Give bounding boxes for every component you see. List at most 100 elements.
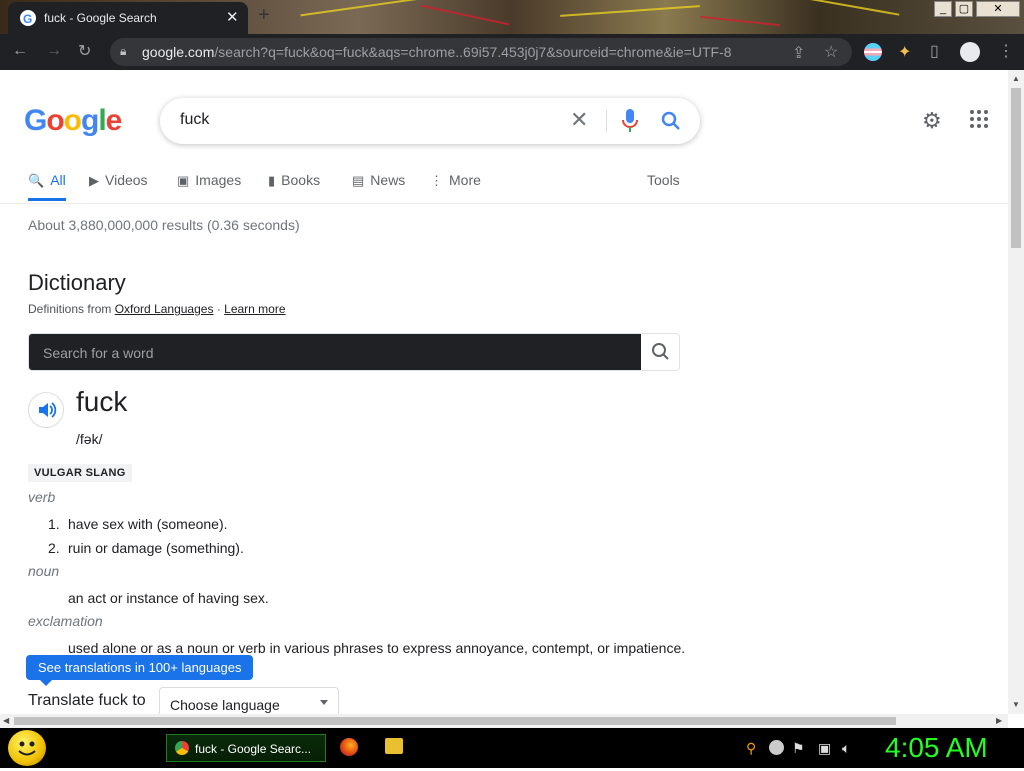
chrome-icon [175, 741, 189, 755]
tab-title: fuck - Google Search [44, 11, 157, 25]
menu-kebab-icon[interactable]: ⋮ [998, 41, 1014, 61]
settings-gear-icon[interactable]: ⚙ [922, 108, 942, 134]
share-icon[interactable]: ⇪ [792, 43, 805, 63]
side-panel-icon[interactable]: ▯ [930, 41, 939, 61]
maximize-button[interactable]: ▢ [955, 1, 973, 17]
dictionary-search: Search for a word [28, 333, 680, 371]
tab-images[interactable]: ▣ Images [177, 172, 241, 189]
close-window-button[interactable]: ✕ [976, 1, 1020, 17]
scroll-down-icon[interactable]: ▼ [1012, 700, 1020, 709]
network-icon[interactable]: ▣ [818, 740, 831, 757]
status-tray-icon[interactable] [769, 740, 784, 755]
tab-label: Tools [647, 172, 680, 188]
back-icon[interactable]: ← [12, 42, 28, 60]
svg-text:G: G [23, 12, 32, 26]
search-tray-icon[interactable]: ⚲ [746, 740, 756, 757]
scroll-right-icon[interactable]: ▶ [996, 716, 1002, 725]
definition-text: an act or instance of having sex. [68, 590, 269, 606]
extensions-icon[interactable]: ✦ [898, 42, 911, 62]
microphone-icon[interactable] [622, 108, 638, 139]
search-results-page: Google fuck ✕ ⚙ 🔍 All ▶ Videos ▣ Images ▮ Bo… [0, 70, 1008, 714]
logo-letter: l [98, 104, 106, 137]
bookmark-star-icon[interactable]: ☆ [824, 42, 838, 62]
clear-search-icon[interactable]: ✕ [570, 107, 588, 133]
search-small-icon: 🔍 [28, 173, 45, 188]
horizontal-scroll-thumb[interactable] [14, 717, 896, 725]
firefox-icon[interactable] [340, 738, 358, 756]
tab-label: Books [281, 172, 321, 188]
phonetic: /fək/ [76, 431, 103, 447]
tab-tools[interactable]: Tools [647, 172, 680, 188]
see-translations-button[interactable]: See translations in 100+ languages [26, 655, 254, 686]
register-label: VULGAR SLANG [28, 464, 132, 482]
definition-text: used alone or as a noun or verb in vario… [68, 640, 686, 656]
profile-flag-icon[interactable] [864, 43, 882, 61]
search-input[interactable]: fuck [180, 111, 209, 129]
source-separator: · [216, 302, 221, 316]
definition-text: have sex with (someone). [68, 516, 228, 532]
taskbar-chrome-window[interactable]: fuck - Google Searc... [166, 734, 326, 762]
video-icon: ▶ [89, 173, 99, 188]
address-bar[interactable]: 🔒︎ google.com/search?q=fuck&oq=fuck&aqs=… [110, 38, 852, 66]
tab-news[interactable]: ▤ News [352, 172, 405, 189]
translate-label: Translate fuck to [28, 692, 146, 709]
new-tab-button[interactable]: + [258, 4, 270, 27]
word-search-button[interactable] [641, 334, 679, 370]
action-center-flag-icon[interactable]: ⚑ [792, 740, 805, 757]
search-divider [606, 110, 607, 132]
start-button-smiley-icon[interactable] [8, 730, 46, 766]
forward-icon[interactable]: → [46, 42, 62, 60]
tab-label: News [370, 172, 406, 188]
word-search-input[interactable]: Search for a word [29, 334, 641, 370]
tab-label: Images [195, 172, 242, 188]
google-logo[interactable]: Google [24, 104, 122, 138]
tab-all[interactable]: 🔍 All [28, 172, 66, 201]
taskbar-window-label: fuck - Google Searc... [195, 742, 312, 756]
part-of-speech: exclamation [28, 613, 103, 629]
logo-letter: o [46, 104, 64, 137]
tab-videos[interactable]: ▶ Videos [89, 172, 148, 189]
definition-number: 1. [48, 516, 60, 532]
url-text: google.com/search?q=fuck&oq=fuck&aqs=chr… [142, 44, 732, 60]
search-tabs: 🔍 All ▶ Videos ▣ Images ▮ Books ▤ News ⋮ More … [0, 168, 1008, 204]
definition-text: ruin or damage (something). [68, 540, 244, 556]
tab-label: All [50, 172, 66, 188]
lock-icon: 🔒︎ [120, 44, 127, 58]
reload-icon[interactable]: ↻ [78, 41, 91, 61]
tab-books[interactable]: ▮ Books [268, 172, 320, 189]
more-vertical-icon: ⋮ [430, 173, 443, 188]
vertical-scroll-thumb[interactable] [1011, 88, 1021, 248]
file-explorer-icon[interactable] [385, 738, 403, 754]
scroll-left-icon[interactable]: ◀ [3, 716, 9, 725]
search-icon[interactable] [660, 110, 682, 137]
taskbar: fuck - Google Searc... ⚲ ⚑ ▣ 🔈︎ 4:05 AM [0, 728, 1024, 768]
part-of-speech: noun [28, 563, 60, 579]
google-apps-icon[interactable] [970, 110, 990, 130]
vertical-scrollbar[interactable]: ▲ ▼ [1008, 70, 1024, 714]
volume-icon[interactable]: 🔈︎ [842, 740, 850, 757]
learn-more-link[interactable]: Learn more [224, 302, 285, 316]
dictionary-title: Dictionary [28, 270, 126, 295]
minimize-button[interactable]: _ [934, 1, 952, 17]
definition-number: 2. [48, 540, 60, 556]
pronunciation-button[interactable] [28, 392, 64, 428]
browser-tab[interactable]: G fuck - Google Search ✕ [8, 2, 248, 34]
news-icon: ▤ [352, 173, 365, 188]
scroll-up-icon[interactable]: ▲ [1012, 74, 1020, 83]
logo-letter: g [81, 104, 99, 137]
search-box[interactable]: fuck ✕ [160, 98, 700, 144]
language-select[interactable]: Choose language [159, 687, 339, 714]
dropdown-arrow-icon [320, 700, 328, 705]
horizontal-scrollbar[interactable]: ◀ ▶ [0, 714, 1008, 728]
magnifier-icon [652, 343, 669, 360]
google-favicon-icon: G [20, 10, 36, 26]
oxford-languages-link[interactable]: Oxford Languages [115, 302, 214, 316]
tab-more[interactable]: ⋮ More [430, 172, 481, 189]
book-icon: ▮ [268, 173, 276, 188]
taskbar-clock[interactable]: 4:05 AM [885, 732, 988, 764]
profile-avatar-icon[interactable] [960, 42, 980, 62]
tab-close-icon[interactable]: ✕ [226, 8, 239, 26]
image-icon: ▣ [177, 173, 190, 188]
logo-letter: G [24, 104, 47, 137]
dictionary-source: Definitions from Oxford Languages · Lear… [28, 302, 286, 316]
